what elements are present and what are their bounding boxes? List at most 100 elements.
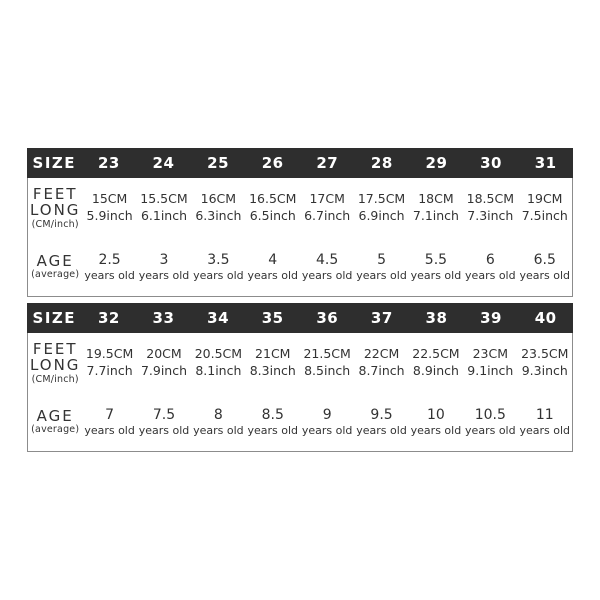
feet-inch-23: 5.9inch bbox=[86, 208, 133, 223]
table-row-feet-long: FEET LONG (CM/inch) 15CM 5.9inch 15.5CM … bbox=[28, 178, 572, 238]
feet-cm-31: 19CM bbox=[527, 191, 563, 207]
cell-age-25: 3.5 years old bbox=[191, 238, 245, 296]
cell-feet-30: 18.5CM 7.3inch bbox=[463, 178, 517, 238]
feet-cm-30: 18.5CM bbox=[466, 191, 514, 207]
age-label: AGE bbox=[36, 407, 74, 426]
feet-cm-36: 21.5CM bbox=[303, 346, 351, 362]
age-value-30: 6 bbox=[485, 252, 495, 268]
feet-long-line1: FEET bbox=[32, 185, 78, 204]
feet-long-unit: (CM/inch) bbox=[31, 373, 79, 385]
age-unit-23: years old bbox=[84, 269, 135, 282]
feet-cm-38: 22.5CM bbox=[412, 346, 460, 362]
row-label-feet-long: FEET LONG (CM/inch) bbox=[28, 333, 82, 393]
size-header-table-1: SIZE 23 24 25 26 27 28 29 30 31 bbox=[27, 148, 573, 178]
age-value-31: 6.5 bbox=[533, 252, 556, 268]
feet-cm-26: 16.5CM bbox=[249, 191, 297, 207]
header-label-size: SIZE bbox=[32, 154, 77, 172]
table-header-row: SIZE 32 33 34 35 36 37 38 39 40 bbox=[27, 303, 573, 333]
row-label-age: AGE (average) bbox=[28, 238, 82, 296]
feet-inch-28: 6.9inch bbox=[358, 208, 405, 223]
feet-inch-34: 8.1inch bbox=[195, 363, 242, 378]
feet-inch-37: 8.7inch bbox=[358, 363, 405, 378]
feet-inch-33: 7.9inch bbox=[140, 363, 188, 378]
cell-feet-37: 22CM 8.7inch bbox=[354, 333, 408, 393]
cell-feet-26: 16.5CM 6.5inch bbox=[246, 178, 300, 238]
feet-inch-32: 7.7inch bbox=[86, 363, 133, 378]
size-chart-block-1: SIZE 23 24 25 26 27 28 29 30 31 FEET LON… bbox=[27, 148, 573, 297]
cell-age-30: 6 years old bbox=[463, 238, 517, 296]
size-chart-block-2: SIZE 32 33 34 35 36 37 38 39 40 FEET LON… bbox=[27, 303, 573, 452]
cell-age-38: 10 years old bbox=[409, 393, 463, 451]
cell-age-23: 2.5 years old bbox=[82, 238, 136, 296]
size-body-table-1: FEET LONG (CM/inch) 15CM 5.9inch 15.5CM … bbox=[28, 178, 572, 296]
feet-cm-39: 23CM bbox=[472, 346, 509, 362]
cell-feet-33: 20CM 7.9inch bbox=[137, 333, 191, 393]
age-unit-39: years old bbox=[465, 424, 516, 437]
age-unit-34: years old bbox=[193, 424, 244, 437]
table-row-age: AGE (average) 7 years old 7.5 years old … bbox=[28, 393, 572, 451]
cell-feet-38: 22.5CM 8.9inch bbox=[409, 333, 463, 393]
size-chart-body-1: FEET LONG (CM/inch) 15CM 5.9inch 15.5CM … bbox=[27, 178, 573, 297]
size-chart: SIZE 23 24 25 26 27 28 29 30 31 FEET LON… bbox=[27, 148, 573, 452]
cell-age-33: 7.5 years old bbox=[137, 393, 191, 451]
feet-inch-36: 8.5inch bbox=[304, 363, 351, 378]
feet-cm-35: 21CM bbox=[255, 346, 291, 362]
age-unit-27: years old bbox=[301, 269, 353, 282]
age-unit-35: years old bbox=[247, 424, 299, 437]
age-value-23: 2.5 bbox=[98, 252, 121, 268]
header-size-34: 34 bbox=[207, 309, 230, 327]
age-unit-37: years old bbox=[356, 424, 407, 437]
feet-long-unit: (CM/inch) bbox=[31, 218, 79, 230]
feet-long-line2: LONG bbox=[29, 356, 81, 375]
feet-inch-29: 7.1inch bbox=[412, 208, 459, 223]
size-header-table-2: SIZE 32 33 34 35 36 37 38 39 40 bbox=[27, 303, 573, 333]
age-value-33: 7.5 bbox=[152, 407, 176, 423]
cell-age-40: 11 years old bbox=[518, 393, 572, 451]
header-size-33: 33 bbox=[152, 309, 175, 327]
cell-age-32: 7 years old bbox=[82, 393, 136, 451]
cell-age-26: 4 years old bbox=[246, 238, 300, 296]
cell-feet-36: 21.5CM 8.5inch bbox=[300, 333, 354, 393]
cell-feet-28: 17.5CM 6.9inch bbox=[354, 178, 408, 238]
feet-inch-25: 6.3inch bbox=[195, 208, 242, 223]
feet-cm-24: 15.5CM bbox=[140, 191, 188, 207]
feet-cm-23: 15CM bbox=[91, 191, 128, 207]
table-row-age: AGE (average) 2.5 years old 3 years old … bbox=[28, 238, 572, 296]
cell-age-28: 5 years old bbox=[354, 238, 408, 296]
cell-age-31: 6.5 years old bbox=[518, 238, 572, 296]
header-size-40: 40 bbox=[534, 309, 557, 327]
header-label-size: SIZE bbox=[32, 309, 77, 327]
age-value-26: 4 bbox=[268, 252, 278, 268]
age-value-27: 4.5 bbox=[316, 252, 339, 268]
cell-feet-27: 17CM 6.7inch bbox=[300, 178, 354, 238]
age-value-24: 3 bbox=[159, 252, 169, 268]
cell-feet-31: 19CM 7.5inch bbox=[518, 178, 572, 238]
age-value-34: 8 bbox=[213, 407, 223, 423]
feet-inch-39: 9.1inch bbox=[467, 363, 514, 378]
size-chart-body-2: FEET LONG (CM/inch) 19.5CM 7.7inch 20CM … bbox=[27, 333, 573, 452]
header-size-27: 27 bbox=[316, 154, 339, 172]
age-value-39: 10.5 bbox=[474, 407, 506, 423]
cell-age-35: 8.5 years old bbox=[246, 393, 300, 451]
cell-feet-23: 15CM 5.9inch bbox=[82, 178, 136, 238]
feet-cm-37: 22CM bbox=[363, 346, 400, 362]
age-value-35: 8.5 bbox=[261, 407, 284, 423]
header-size-32: 32 bbox=[97, 309, 120, 327]
age-unit-28: years old bbox=[356, 269, 407, 282]
row-label-feet-long: FEET LONG (CM/inch) bbox=[28, 178, 82, 238]
cell-feet-39: 23CM 9.1inch bbox=[463, 333, 517, 393]
cell-feet-29: 18CM 7.1inch bbox=[409, 178, 463, 238]
age-unit-33: years old bbox=[138, 424, 190, 437]
header-size-30: 30 bbox=[480, 154, 502, 172]
cell-age-36: 9 years old bbox=[300, 393, 354, 451]
feet-cm-32: 19.5CM bbox=[85, 346, 134, 362]
header-size-23: 23 bbox=[97, 154, 120, 172]
feet-long-line1: FEET bbox=[32, 340, 78, 359]
feet-inch-38: 8.9inch bbox=[412, 363, 459, 378]
header-size-24: 24 bbox=[152, 154, 175, 172]
age-unit-24: years old bbox=[138, 269, 190, 282]
age-unit-40: years old bbox=[519, 424, 571, 437]
header-size-29: 29 bbox=[425, 154, 448, 172]
age-value-37: 9.5 bbox=[370, 407, 393, 423]
feet-inch-31: 7.5inch bbox=[521, 208, 568, 223]
